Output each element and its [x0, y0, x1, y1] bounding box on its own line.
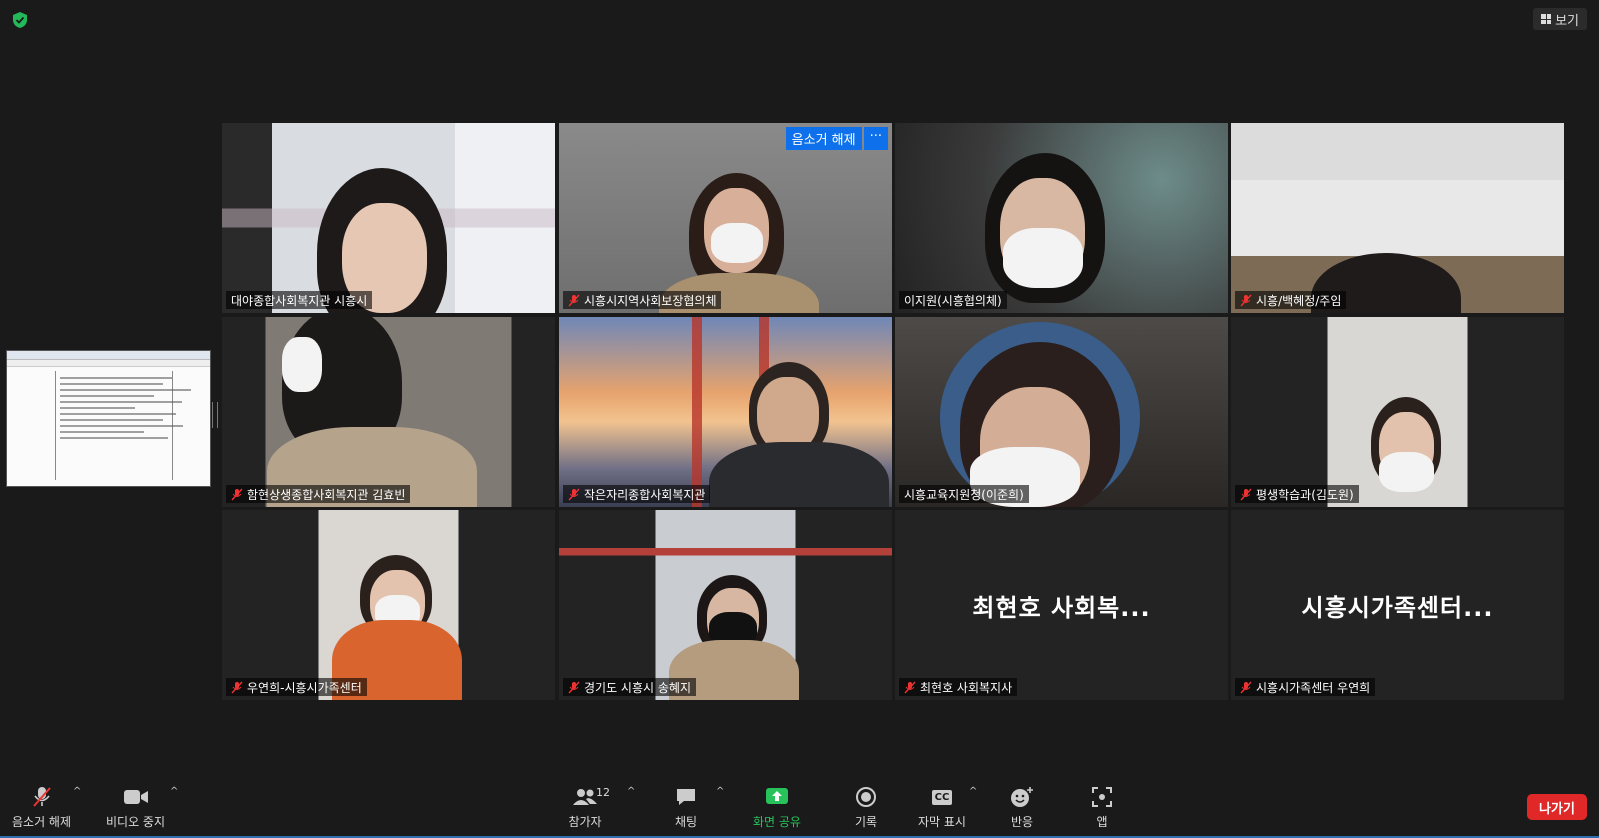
participant-name: 평생학습과(김도원): [1235, 485, 1359, 503]
unmute-request-button[interactable]: 음소거 해제: [785, 127, 862, 150]
video-options-caret[interactable]: ^: [170, 786, 178, 797]
shared-screen-thumbnail[interactable]: [6, 350, 211, 487]
muted-mic-icon: [904, 681, 916, 693]
audio-options-caret[interactable]: ^: [73, 786, 81, 797]
muted-mic-icon: [29, 786, 55, 808]
participant-name: 우연희-시흥시가족센터: [226, 678, 367, 696]
participant-name: 이지원(시흥협의체): [899, 291, 1007, 309]
participants-count: 12: [596, 786, 610, 799]
muted-mic-icon: [568, 294, 580, 306]
video-tile[interactable]: 시흥교육지원청(이준희): [895, 317, 1228, 507]
participant-name: 경기도 시흥시 송혜지: [563, 678, 696, 696]
leave-button[interactable]: 나가기: [1527, 794, 1587, 820]
more-options-button[interactable]: ···: [863, 127, 888, 150]
muted-mic-icon: [1240, 681, 1252, 693]
video-off-tile[interactable]: 시흥시가족센터... 시흥시가족센터 우연희: [1231, 510, 1564, 700]
participant-name: 시흥시지역사회보장협의체: [563, 291, 722, 309]
captions-button[interactable]: CC 자막 표시: [918, 786, 966, 830]
muted-mic-icon: [568, 488, 580, 500]
chat-button[interactable]: 채팅: [673, 786, 699, 830]
stop-video-button[interactable]: 비디오 중지: [106, 786, 165, 830]
participant-display-name: 시흥시가족센터...: [1301, 594, 1494, 622]
meeting-toolbar: 음소거 해제 ^ 비디오 중지 ^ 12 참가자 ^ 채팅 ^ 화면 공유 기록: [0, 776, 1599, 838]
chat-options-caret[interactable]: ^: [716, 786, 724, 797]
captions-options-caret[interactable]: ^: [969, 786, 977, 797]
participant-name: 함현상생종합사회복지관 김효빈: [226, 485, 411, 503]
video-tile[interactable]: 평생학습과(김도원): [1231, 317, 1564, 507]
share-screen-icon: [764, 786, 790, 808]
chat-bubble-icon: [673, 786, 699, 808]
participant-name: 시흥시가족센터 우연희: [1235, 678, 1376, 696]
muted-mic-icon: [1240, 294, 1252, 306]
unmute-button[interactable]: 음소거 해제: [12, 786, 71, 830]
encryption-shield-icon[interactable]: [12, 11, 28, 29]
participant-name: 작은자리종합사회복지관: [563, 485, 711, 503]
participants-icon: 12: [562, 786, 610, 808]
video-tile[interactable]: 우연희-시흥시가족센터: [222, 510, 555, 700]
participant-name: 시흥/백혜정/주임: [1235, 291, 1347, 309]
view-label: 보기: [1555, 13, 1579, 29]
video-tile[interactable]: 함현상생종합사회복지관 김효빈: [222, 317, 555, 507]
participants-button[interactable]: 12 참가자: [562, 786, 610, 830]
video-off-tile[interactable]: 최현호 사회복... 최현호 사회복지사: [895, 510, 1228, 700]
apps-icon: [1089, 786, 1115, 808]
muted-mic-icon: [231, 681, 243, 693]
participant-name: 최현호 사회복지사: [899, 678, 1018, 696]
grid-view-icon: [1541, 14, 1552, 24]
share-screen-button[interactable]: 화면 공유: [753, 786, 801, 830]
participants-options-caret[interactable]: ^: [627, 786, 635, 797]
muted-mic-icon: [231, 488, 243, 500]
participant-name: 대야종합사회복지관 시흥시: [226, 291, 373, 309]
video-tile[interactable]: 이지원(시흥협의체): [895, 123, 1228, 313]
record-button[interactable]: 기록: [853, 786, 879, 830]
smiley-plus-icon: [1009, 786, 1035, 808]
apps-button[interactable]: 앱: [1089, 786, 1115, 830]
participant-display-name: 최현호 사회복...: [972, 594, 1151, 622]
muted-mic-icon: [568, 681, 580, 693]
video-tile[interactable]: 작은자리종합사회복지관: [559, 317, 892, 507]
video-tile[interactable]: 시흥/백혜정/주임: [1231, 123, 1564, 313]
participant-name: 시흥교육지원청(이준희): [899, 485, 1029, 503]
reactions-button[interactable]: 반응: [1009, 786, 1035, 830]
muted-mic-icon: [1240, 488, 1252, 500]
video-tile[interactable]: 음소거 해제 ··· 시흥시지역사회보장협의체: [559, 123, 892, 313]
record-icon: [853, 786, 879, 808]
closed-captions-icon: CC: [929, 786, 955, 808]
video-tile[interactable]: 경기도 시흥시 송혜지: [559, 510, 892, 700]
video-camera-icon: [123, 786, 149, 808]
panel-splitter-handle[interactable]: [212, 402, 218, 428]
video-tile[interactable]: 대야종합사회복지관 시흥시: [222, 123, 555, 313]
view-button[interactable]: 보기: [1533, 8, 1587, 30]
